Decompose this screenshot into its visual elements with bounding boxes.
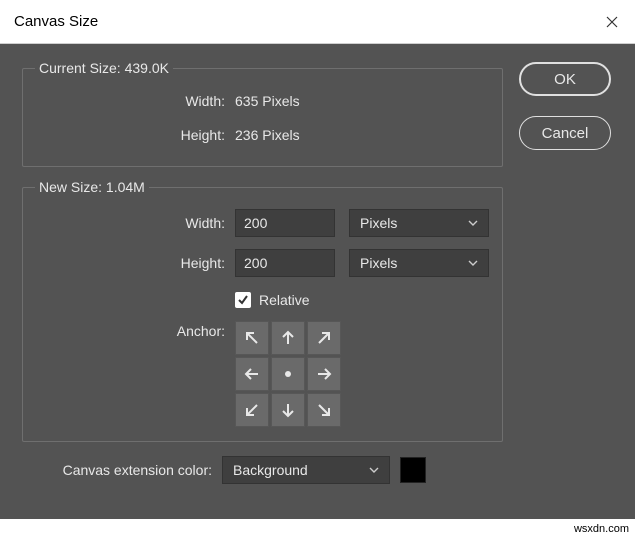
current-width-label: Width: — [35, 93, 235, 109]
anchor-left[interactable] — [235, 357, 269, 391]
current-width-row: Width: 635 Pixels — [35, 84, 490, 118]
new-height-row: Height: Pixels — [35, 243, 490, 283]
anchor-grid — [235, 321, 341, 427]
anchor-center[interactable] — [271, 357, 305, 391]
dialog-title: Canvas Size — [14, 13, 98, 30]
new-width-row: Width: Pixels — [35, 203, 490, 243]
arrow-up-left-icon — [242, 328, 262, 348]
new-width-unit-value: Pixels — [360, 215, 397, 231]
title-bar: Canvas Size — [0, 0, 635, 44]
new-width-input[interactable] — [235, 209, 335, 237]
check-icon — [237, 294, 249, 306]
chevron-down-icon — [369, 465, 379, 475]
extension-color-select[interactable]: Background — [222, 456, 390, 484]
arrow-down-icon — [278, 400, 298, 420]
arrow-down-right-icon — [314, 400, 334, 420]
arrow-left-icon — [242, 364, 262, 384]
arrow-down-left-icon — [242, 400, 262, 420]
current-size-legend: Current Size: 439.0K — [35, 60, 173, 76]
close-button[interactable] — [589, 0, 635, 44]
relative-checkbox[interactable] — [235, 292, 251, 308]
anchor-top-right[interactable] — [307, 321, 341, 355]
arrow-up-icon — [278, 328, 298, 348]
current-size-group: Current Size: 439.0K Width: 635 Pixels H… — [22, 60, 503, 167]
new-size-group: New Size: 1.04M Width: Pixels Height: Pi… — [22, 179, 503, 442]
anchor-bottom-right[interactable] — [307, 393, 341, 427]
current-height-row: Height: 236 Pixels — [35, 118, 490, 152]
relative-row: Relative — [35, 283, 490, 317]
anchor-label: Anchor: — [35, 321, 235, 339]
arrow-right-icon — [314, 364, 334, 384]
anchor-right[interactable] — [307, 357, 341, 391]
anchor-row: Anchor: — [35, 321, 490, 427]
current-height-label: Height: — [35, 127, 235, 143]
ok-button[interactable]: OK — [519, 62, 611, 96]
close-icon — [606, 16, 618, 28]
anchor-top-left[interactable] — [235, 321, 269, 355]
new-height-label: Height: — [35, 255, 235, 271]
new-size-legend: New Size: 1.04M — [35, 179, 149, 195]
watermark: wsxdn.com — [574, 523, 629, 535]
footer-strip: wsxdn.com — [0, 519, 635, 537]
relative-label: Relative — [259, 292, 310, 308]
extension-color-swatch[interactable] — [400, 457, 426, 483]
current-width-value: 635 Pixels — [235, 93, 300, 109]
extension-color-label: Canvas extension color: — [22, 462, 222, 478]
new-height-input[interactable] — [235, 249, 335, 277]
new-height-unit-value: Pixels — [360, 255, 397, 271]
chevron-down-icon — [468, 258, 478, 268]
dot-icon — [278, 364, 298, 384]
new-height-unit-select[interactable]: Pixels — [349, 249, 489, 277]
anchor-bottom-left[interactable] — [235, 393, 269, 427]
cancel-button[interactable]: Cancel — [519, 116, 611, 150]
chevron-down-icon — [468, 218, 478, 228]
arrow-up-right-icon — [314, 328, 334, 348]
new-width-unit-select[interactable]: Pixels — [349, 209, 489, 237]
new-width-label: Width: — [35, 215, 235, 231]
anchor-bottom[interactable] — [271, 393, 305, 427]
current-height-value: 236 Pixels — [235, 127, 300, 143]
extension-color-value: Background — [233, 462, 308, 478]
extension-color-row: Canvas extension color: Background — [22, 456, 635, 484]
anchor-top[interactable] — [271, 321, 305, 355]
